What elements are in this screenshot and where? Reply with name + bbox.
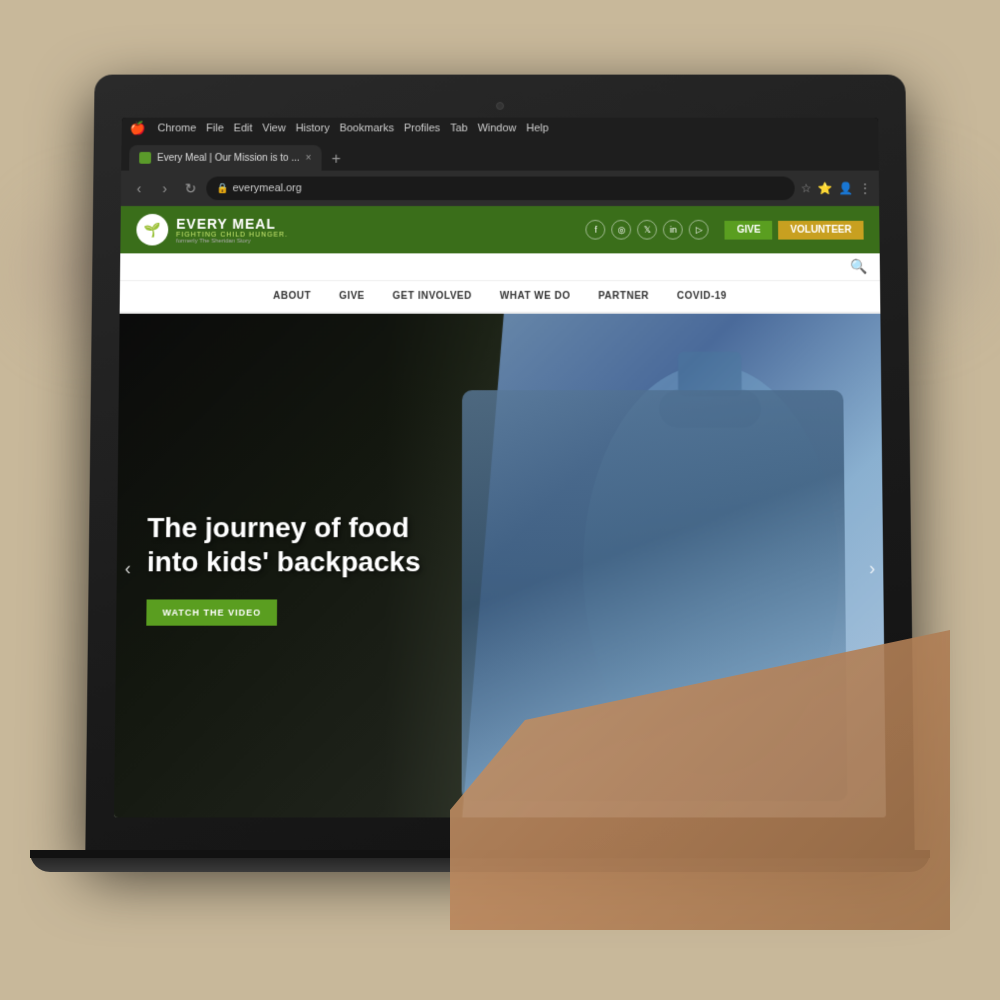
twitter-icon[interactable]: 𝕏 [637, 220, 657, 240]
watch-video-button[interactable]: WATCH THE VIDEO [146, 599, 277, 625]
hero-content: The journey of food into kids' backpacks… [116, 491, 498, 645]
address-bar: ‹ › ↻ 🔒 everymeal.org ☆ ⭐ 👤 ⋮ [121, 171, 879, 206]
reload-button[interactable]: ↻ [180, 180, 200, 197]
browser-right-icons: ☆ ⭐ 👤 ⋮ [801, 181, 871, 195]
bookmark-icon[interactable]: ☆ [801, 181, 812, 195]
new-tab-button[interactable]: + [325, 149, 347, 171]
tab-close-button[interactable]: × [305, 152, 311, 163]
menu-window[interactable]: Window [478, 123, 517, 135]
site-nav: ABOUT GIVE GET INVOLVED WHAT WE DO PARTN… [120, 281, 881, 314]
linkedin-icon[interactable]: in [663, 220, 683, 240]
facebook-icon[interactable]: f [586, 220, 606, 240]
vimeo-icon[interactable]: ▷ [689, 220, 709, 240]
menu-dots-icon[interactable]: ⋮ [859, 181, 871, 195]
header-buttons: GIVE VOLUNTEER [725, 220, 864, 239]
logo-text: EVERY MEAL FIGHTING CHILD HUNGER. former… [176, 215, 288, 244]
hero-prev-button[interactable]: ‹ [125, 558, 131, 579]
forward-button[interactable]: › [155, 180, 175, 196]
laptop-camera [496, 102, 504, 110]
back-button[interactable]: ‹ [129, 180, 149, 196]
active-tab[interactable]: Every Meal | Our Mission is to ... × [129, 145, 321, 171]
nav-give[interactable]: GIVE [339, 291, 365, 302]
url-text: everymeal.org [233, 182, 302, 194]
profile-icon[interactable]: 👤 [838, 181, 853, 195]
browser-tabs: Every Meal | Our Mission is to ... × + [121, 139, 879, 170]
nav-partner[interactable]: PARTNER [598, 291, 649, 302]
menu-history[interactable]: History [296, 123, 330, 135]
menu-bookmarks[interactable]: Bookmarks [339, 123, 394, 135]
browser-chrome: Every Meal | Our Mission is to ... × + ‹… [121, 139, 879, 206]
give-button[interactable]: GIVE [725, 220, 773, 239]
search-icon[interactable]: 🔍 [850, 258, 868, 275]
instagram-icon[interactable]: ◎ [612, 220, 632, 240]
search-row: 🔍 [120, 253, 880, 281]
social-icons-group: f ◎ 𝕏 in ▷ GIVE VOLUNTEER [586, 220, 864, 240]
mac-menu-items: Chrome File Edit View History Bookmarks … [157, 123, 548, 135]
address-field[interactable]: 🔒 everymeal.org [206, 177, 795, 201]
menu-chrome[interactable]: Chrome [157, 123, 196, 135]
extension-icon[interactable]: ⭐ [817, 181, 832, 195]
menu-view[interactable]: View [262, 123, 286, 135]
mac-menubar: 🍎 Chrome File Edit View History Bookmark… [122, 118, 879, 140]
menu-tab[interactable]: Tab [450, 123, 468, 135]
nav-what-we-do[interactable]: WHAT WE DO [500, 291, 571, 302]
hero-next-button[interactable]: › [869, 558, 875, 579]
menu-file[interactable]: File [206, 123, 224, 135]
site-header: 🌱 EVERY MEAL FIGHTING CHILD HUNGER. form… [120, 206, 879, 253]
tab-favicon [139, 152, 151, 164]
site-logo: 🌱 EVERY MEAL FIGHTING CHILD HUNGER. form… [136, 214, 288, 246]
laptop-scene: 🍎 Chrome File Edit View History Bookmark… [50, 70, 950, 930]
nav-about[interactable]: ABOUT [273, 291, 311, 302]
logo-icon: 🌱 [136, 214, 168, 246]
nav-get-involved[interactable]: GET INVOLVED [393, 291, 472, 302]
hero-title: The journey of food into kids' backpacks [147, 511, 468, 578]
apple-icon: 🍎 [130, 121, 146, 137]
logo-sub: formerly The Sheridan Story [176, 238, 288, 244]
menu-edit[interactable]: Edit [234, 123, 253, 135]
logo-name: EVERY MEAL [176, 215, 288, 231]
menu-profiles[interactable]: Profiles [404, 123, 440, 135]
volunteer-button[interactable]: VOLUNTEER [778, 220, 863, 239]
lock-icon: 🔒 [216, 183, 228, 194]
logo-tagline: FIGHTING CHILD HUNGER. [176, 231, 288, 238]
tab-title: Every Meal | Our Mission is to ... [157, 152, 300, 163]
nav-covid19[interactable]: COVID-19 [677, 291, 727, 302]
menu-help[interactable]: Help [526, 123, 548, 135]
